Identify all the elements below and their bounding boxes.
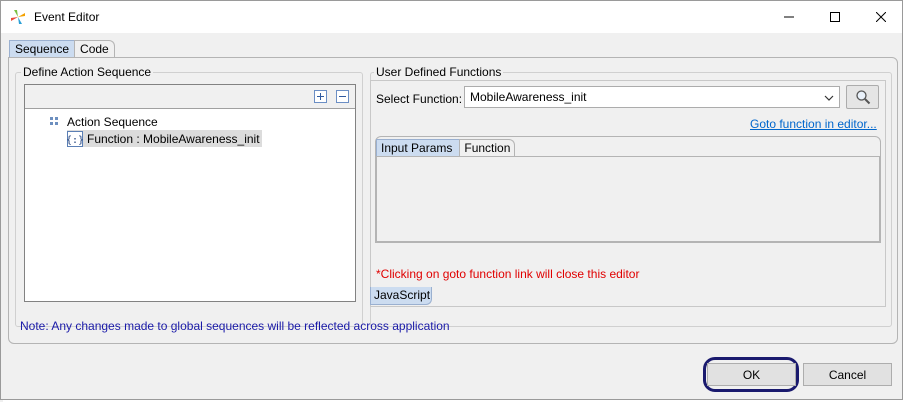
sequence-icon xyxy=(47,114,63,130)
tab-function[interactable]: Function xyxy=(459,139,516,157)
tab-code[interactable]: Code xyxy=(74,40,115,58)
chevron-down-icon xyxy=(824,92,834,106)
tree-item-action-sequence[interactable]: Action Sequence xyxy=(47,113,158,130)
maximize-icon xyxy=(830,12,840,22)
svg-text:{:}: {:} xyxy=(67,135,83,146)
global-sequence-note: Note: Any changes made to global sequenc… xyxy=(20,319,450,333)
window-title: Event Editor xyxy=(34,10,100,24)
close-button[interactable] xyxy=(858,1,904,33)
app-pinwheel-icon xyxy=(10,9,26,25)
tab-sequence[interactable]: Sequence xyxy=(9,40,76,58)
define-action-sequence-label: Define Action Sequence xyxy=(21,65,154,79)
tree-item-function[interactable]: {:} Function : MobileAwareness_init xyxy=(67,130,262,147)
tab-input-params[interactable]: Input Params xyxy=(376,139,470,157)
action-sequence-tree: Action Sequence {:} Function : MobileAwa… xyxy=(24,84,356,302)
search-function-button[interactable] xyxy=(846,85,879,109)
outer-tab-bar: Sequence Code xyxy=(9,40,115,58)
minimize-icon xyxy=(784,16,794,18)
search-icon xyxy=(855,90,870,105)
tab-javascript[interactable]: JavaScript xyxy=(370,287,432,305)
goto-function-link[interactable]: Goto function in editor... xyxy=(750,117,877,131)
maximize-button[interactable] xyxy=(812,1,858,33)
minimize-button[interactable] xyxy=(766,1,812,33)
title-bar: Event Editor xyxy=(1,1,902,33)
goto-warning-text: *Clicking on goto function link will clo… xyxy=(376,267,640,281)
dialog-content: Sequence Code Define Action Sequence Act… xyxy=(1,33,902,399)
expand-all-button[interactable] xyxy=(314,90,327,103)
tree-toolbar xyxy=(25,85,355,109)
function-select-value: MobileAwareness_init xyxy=(470,90,587,104)
cancel-button[interactable]: Cancel xyxy=(803,363,892,386)
collapse-all-button[interactable] xyxy=(336,90,349,103)
close-icon xyxy=(876,12,886,22)
input-params-panel xyxy=(376,156,880,242)
event-editor-dialog: Event Editor Sequence Code Define Action… xyxy=(0,0,903,400)
user-defined-functions-label: User Defined Functions xyxy=(374,65,504,79)
sequence-panel: Define Action Sequence Action Sequence:… xyxy=(8,57,898,344)
ok-button[interactable]: OK xyxy=(707,363,796,386)
select-function-label: Select Function: xyxy=(376,92,463,106)
tree-item-label: Action Sequence xyxy=(67,114,158,129)
inner-tab-bar: Input Params Function xyxy=(376,139,516,157)
tree-item-label: Function : MobileAwareness_init xyxy=(87,131,260,146)
function-braces-icon: {:} xyxy=(67,130,83,147)
function-select[interactable]: MobileAwareness_init xyxy=(464,86,840,108)
